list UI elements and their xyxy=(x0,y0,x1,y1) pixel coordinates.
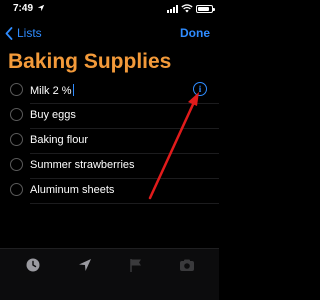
item-label[interactable]: Buy eggs xyxy=(30,109,76,121)
page-title: Baking Supplies xyxy=(8,50,172,73)
location-arrow-icon xyxy=(37,4,45,12)
status-time: 7:49 xyxy=(13,3,34,14)
completion-radio[interactable] xyxy=(10,183,23,196)
bottom-toolbar xyxy=(0,248,219,300)
back-button-label: Lists xyxy=(17,26,42,40)
completion-radio[interactable] xyxy=(10,133,23,146)
battery-icon xyxy=(196,4,215,13)
list-item: Summer strawberries xyxy=(0,154,219,179)
status-icons xyxy=(167,4,215,13)
location-arrow-icon[interactable] xyxy=(77,257,93,273)
list-item: Baking flour xyxy=(0,129,219,154)
completion-radio[interactable] xyxy=(10,83,23,96)
battery-level xyxy=(198,6,210,11)
clock-icon[interactable] xyxy=(25,257,41,273)
reminder-list: Milk 2 % i Buy eggs Baking flour Summer … xyxy=(0,79,219,204)
list-item: Buy eggs xyxy=(0,104,219,129)
camera-icon[interactable] xyxy=(179,257,195,273)
divider xyxy=(30,203,219,204)
status-bar: 7:49 xyxy=(0,0,219,18)
info-icon[interactable]: i xyxy=(193,82,207,96)
flag-icon[interactable] xyxy=(128,257,144,273)
list-item: Milk 2 % i xyxy=(0,79,219,104)
list-item: Aluminum sheets xyxy=(0,179,219,204)
item-label[interactable]: Baking flour xyxy=(30,134,88,146)
back-button[interactable]: Lists xyxy=(5,26,42,40)
completion-radio[interactable] xyxy=(10,108,23,121)
item-text-field[interactable]: Milk 2 % xyxy=(30,84,74,97)
navigation-bar: Lists Done xyxy=(0,20,219,46)
item-label[interactable]: Aluminum sheets xyxy=(30,184,114,196)
done-button[interactable]: Done xyxy=(180,26,210,40)
cellular-signal-icon xyxy=(167,4,178,13)
item-label[interactable]: Summer strawberries xyxy=(30,159,135,171)
chevron-left-icon xyxy=(5,26,13,40)
wifi-icon xyxy=(181,4,193,13)
text-cursor xyxy=(72,84,74,96)
completion-radio[interactable] xyxy=(10,158,23,171)
